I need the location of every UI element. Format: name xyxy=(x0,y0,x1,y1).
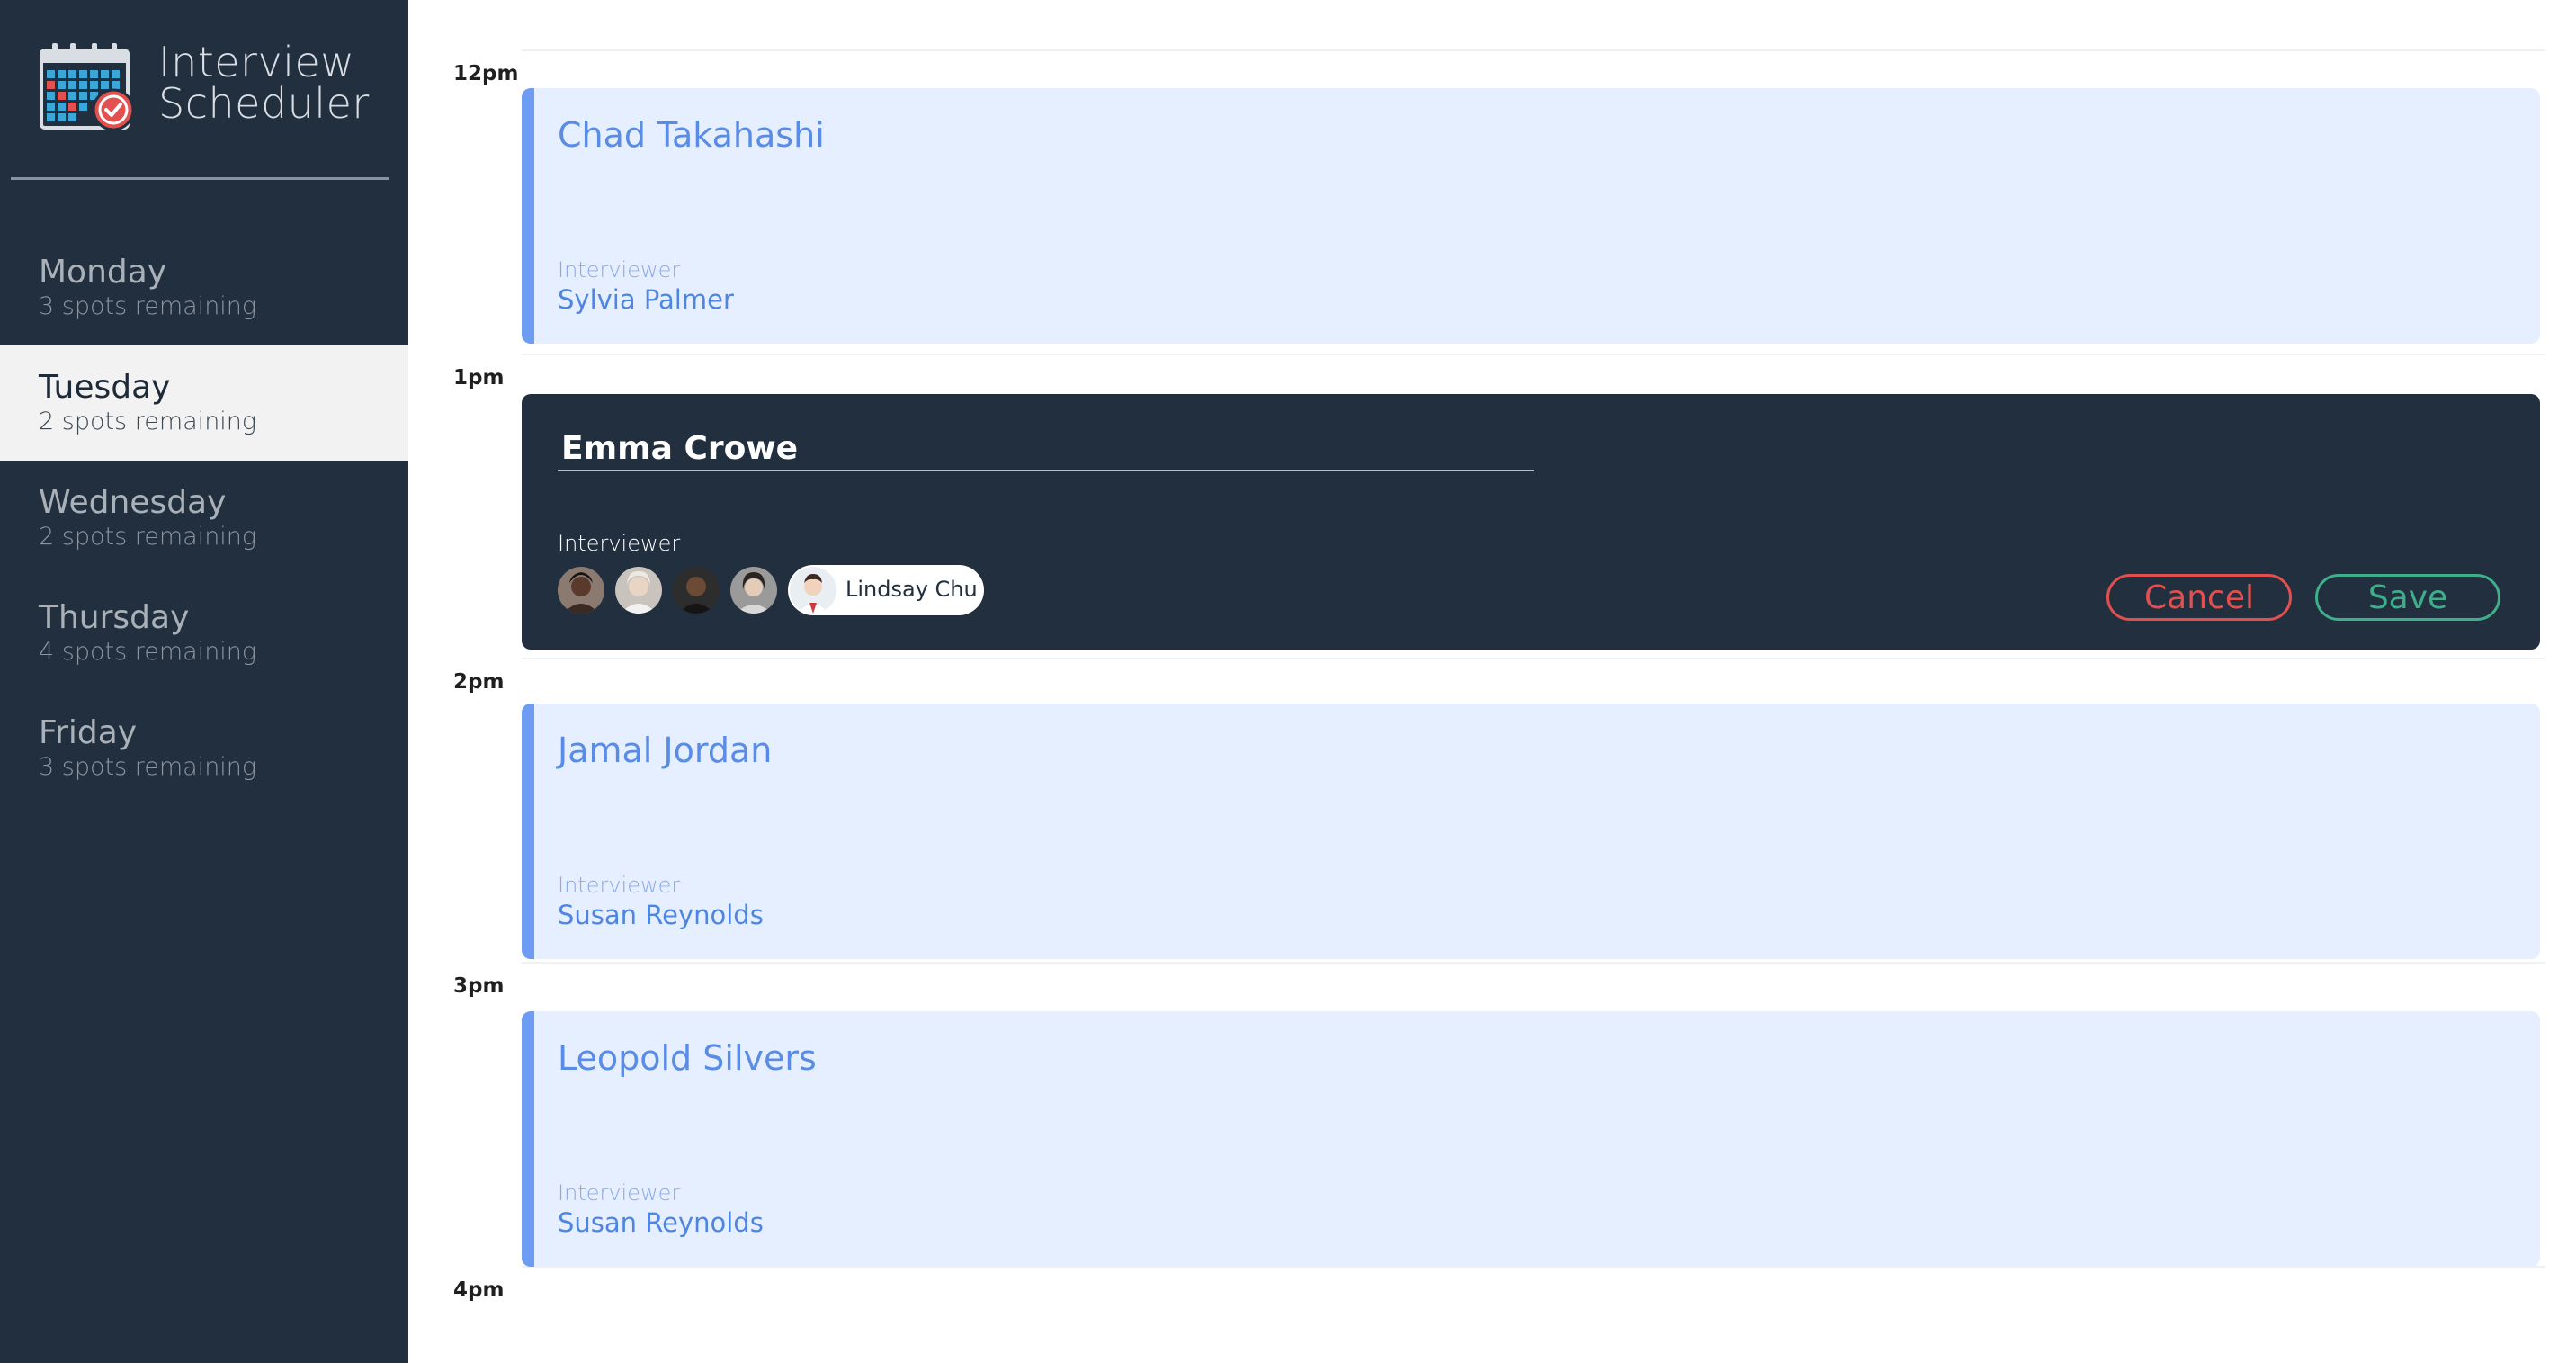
appointment-card[interactable]: Jamal Jordan Interviewer Susan Reynolds xyxy=(522,704,2540,959)
app-title: Interview Scheduler xyxy=(158,41,370,124)
day-item-thursday[interactable]: Thursday 4 spots remaining xyxy=(0,576,408,691)
calendar-logo-icon xyxy=(40,43,135,131)
interviewer-avatar-1-icon[interactable] xyxy=(558,567,604,614)
day-item-friday[interactable]: Friday 3 spots remaining xyxy=(0,691,408,806)
interviewer-name: Susan Reynolds xyxy=(558,1207,764,1238)
interviewer-avatar-2-icon[interactable] xyxy=(615,567,662,614)
hour-label: 12pm xyxy=(453,62,519,85)
hour-label: 2pm xyxy=(453,670,505,694)
interviewer-label: Interviewer xyxy=(558,873,681,898)
appointment-card[interactable]: Chad Takahashi Interviewer Sylvia Palmer xyxy=(522,88,2540,344)
interviewer-name: Sylvia Palmer xyxy=(558,284,734,315)
cancel-button[interactable]: Cancel xyxy=(2106,574,2292,621)
brand: Interview Scheduler xyxy=(40,41,381,139)
student-name: Chad Takahashi xyxy=(558,115,825,155)
save-button[interactable]: Save xyxy=(2315,574,2500,621)
hour-label: 1pm xyxy=(453,366,505,390)
app-title-line1: Interview xyxy=(158,38,355,86)
day-spots: 2 spots remaining xyxy=(39,523,257,551)
day-name: Wednesday xyxy=(39,484,227,521)
sidebar: Interview Scheduler Monday 3 spots remai… xyxy=(0,0,408,1363)
day-spots: 2 spots remaining xyxy=(39,408,257,435)
day-item-monday[interactable]: Monday 3 spots remaining xyxy=(0,230,408,345)
student-name: Jamal Jordan xyxy=(558,731,773,770)
appointment-card[interactable]: Leopold Silvers Interviewer Susan Reynol… xyxy=(522,1011,2540,1267)
interviewer-avatar-4-icon[interactable] xyxy=(730,567,777,614)
day-name: Thursday xyxy=(39,599,190,636)
interviewer-label: Interviewer xyxy=(558,257,681,282)
interviewer-avatar-3-icon[interactable] xyxy=(673,567,720,614)
day-name: Monday xyxy=(39,254,167,291)
day-item-wednesday[interactable]: Wednesday 2 spots remaining xyxy=(0,461,408,576)
hour-label: 3pm xyxy=(453,974,505,998)
day-item-tuesday[interactable]: Tuesday 2 spots remaining xyxy=(0,345,408,461)
sidebar-divider xyxy=(11,177,389,180)
interviewer-label: Interviewer xyxy=(558,531,681,556)
day-name: Tuesday xyxy=(39,369,171,406)
day-spots: 3 spots remaining xyxy=(39,292,257,320)
day-name: Friday xyxy=(39,714,138,751)
hour-label: 4pm xyxy=(453,1278,505,1302)
appointment-form: Interviewer Lindsay Chu Cancel Save xyxy=(522,394,2540,650)
hour-separator xyxy=(522,354,2545,355)
interviewer-label: Interviewer xyxy=(558,1180,681,1206)
interviewer-name: Susan Reynolds xyxy=(558,900,764,930)
app-title-line2: Scheduler xyxy=(158,79,370,128)
day-spots: 3 spots remaining xyxy=(39,753,257,781)
day-spots: 4 spots remaining xyxy=(39,638,257,666)
hour-separator xyxy=(522,658,2545,659)
student-name-input[interactable] xyxy=(558,426,1534,471)
hour-separator xyxy=(522,49,2545,51)
hour-separator xyxy=(522,962,2545,964)
interviewer-avatar-selected-icon xyxy=(790,567,836,614)
selected-interviewer-name: Lindsay Chu xyxy=(845,577,978,602)
student-name: Leopold Silvers xyxy=(558,1038,817,1078)
selected-interviewer-chip[interactable]: Lindsay Chu xyxy=(788,565,984,615)
